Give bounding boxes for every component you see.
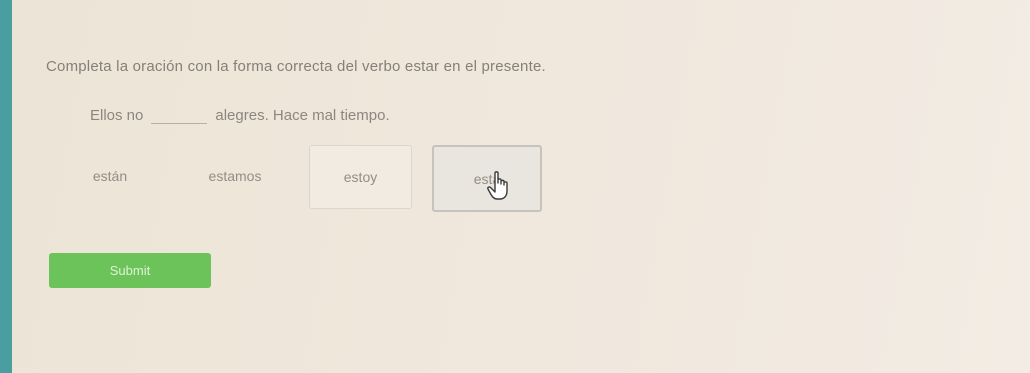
sentence-before: Ellos no	[90, 107, 144, 124]
option-estan[interactable]: están	[60, 144, 160, 208]
option-label: estoy	[343, 169, 378, 185]
sentence-after: alegres. Hace mal tiempo.	[215, 107, 390, 124]
option-estoy[interactable]: estoy	[309, 145, 412, 209]
hand-pointer-icon	[487, 171, 508, 200]
option-label: están	[92, 168, 128, 184]
option-estamos[interactable]: estamos	[180, 144, 290, 208]
question-prompt: Completa la oración con la forma correct…	[46, 58, 546, 75]
option-label: estamos	[208, 168, 262, 184]
submit-button[interactable]: Submit	[49, 253, 211, 288]
question-sentence: Ellos no alegres. Hace mal tiempo.	[90, 106, 390, 124]
left-accent-bar	[0, 0, 12, 373]
answer-blank[interactable]	[151, 106, 208, 124]
